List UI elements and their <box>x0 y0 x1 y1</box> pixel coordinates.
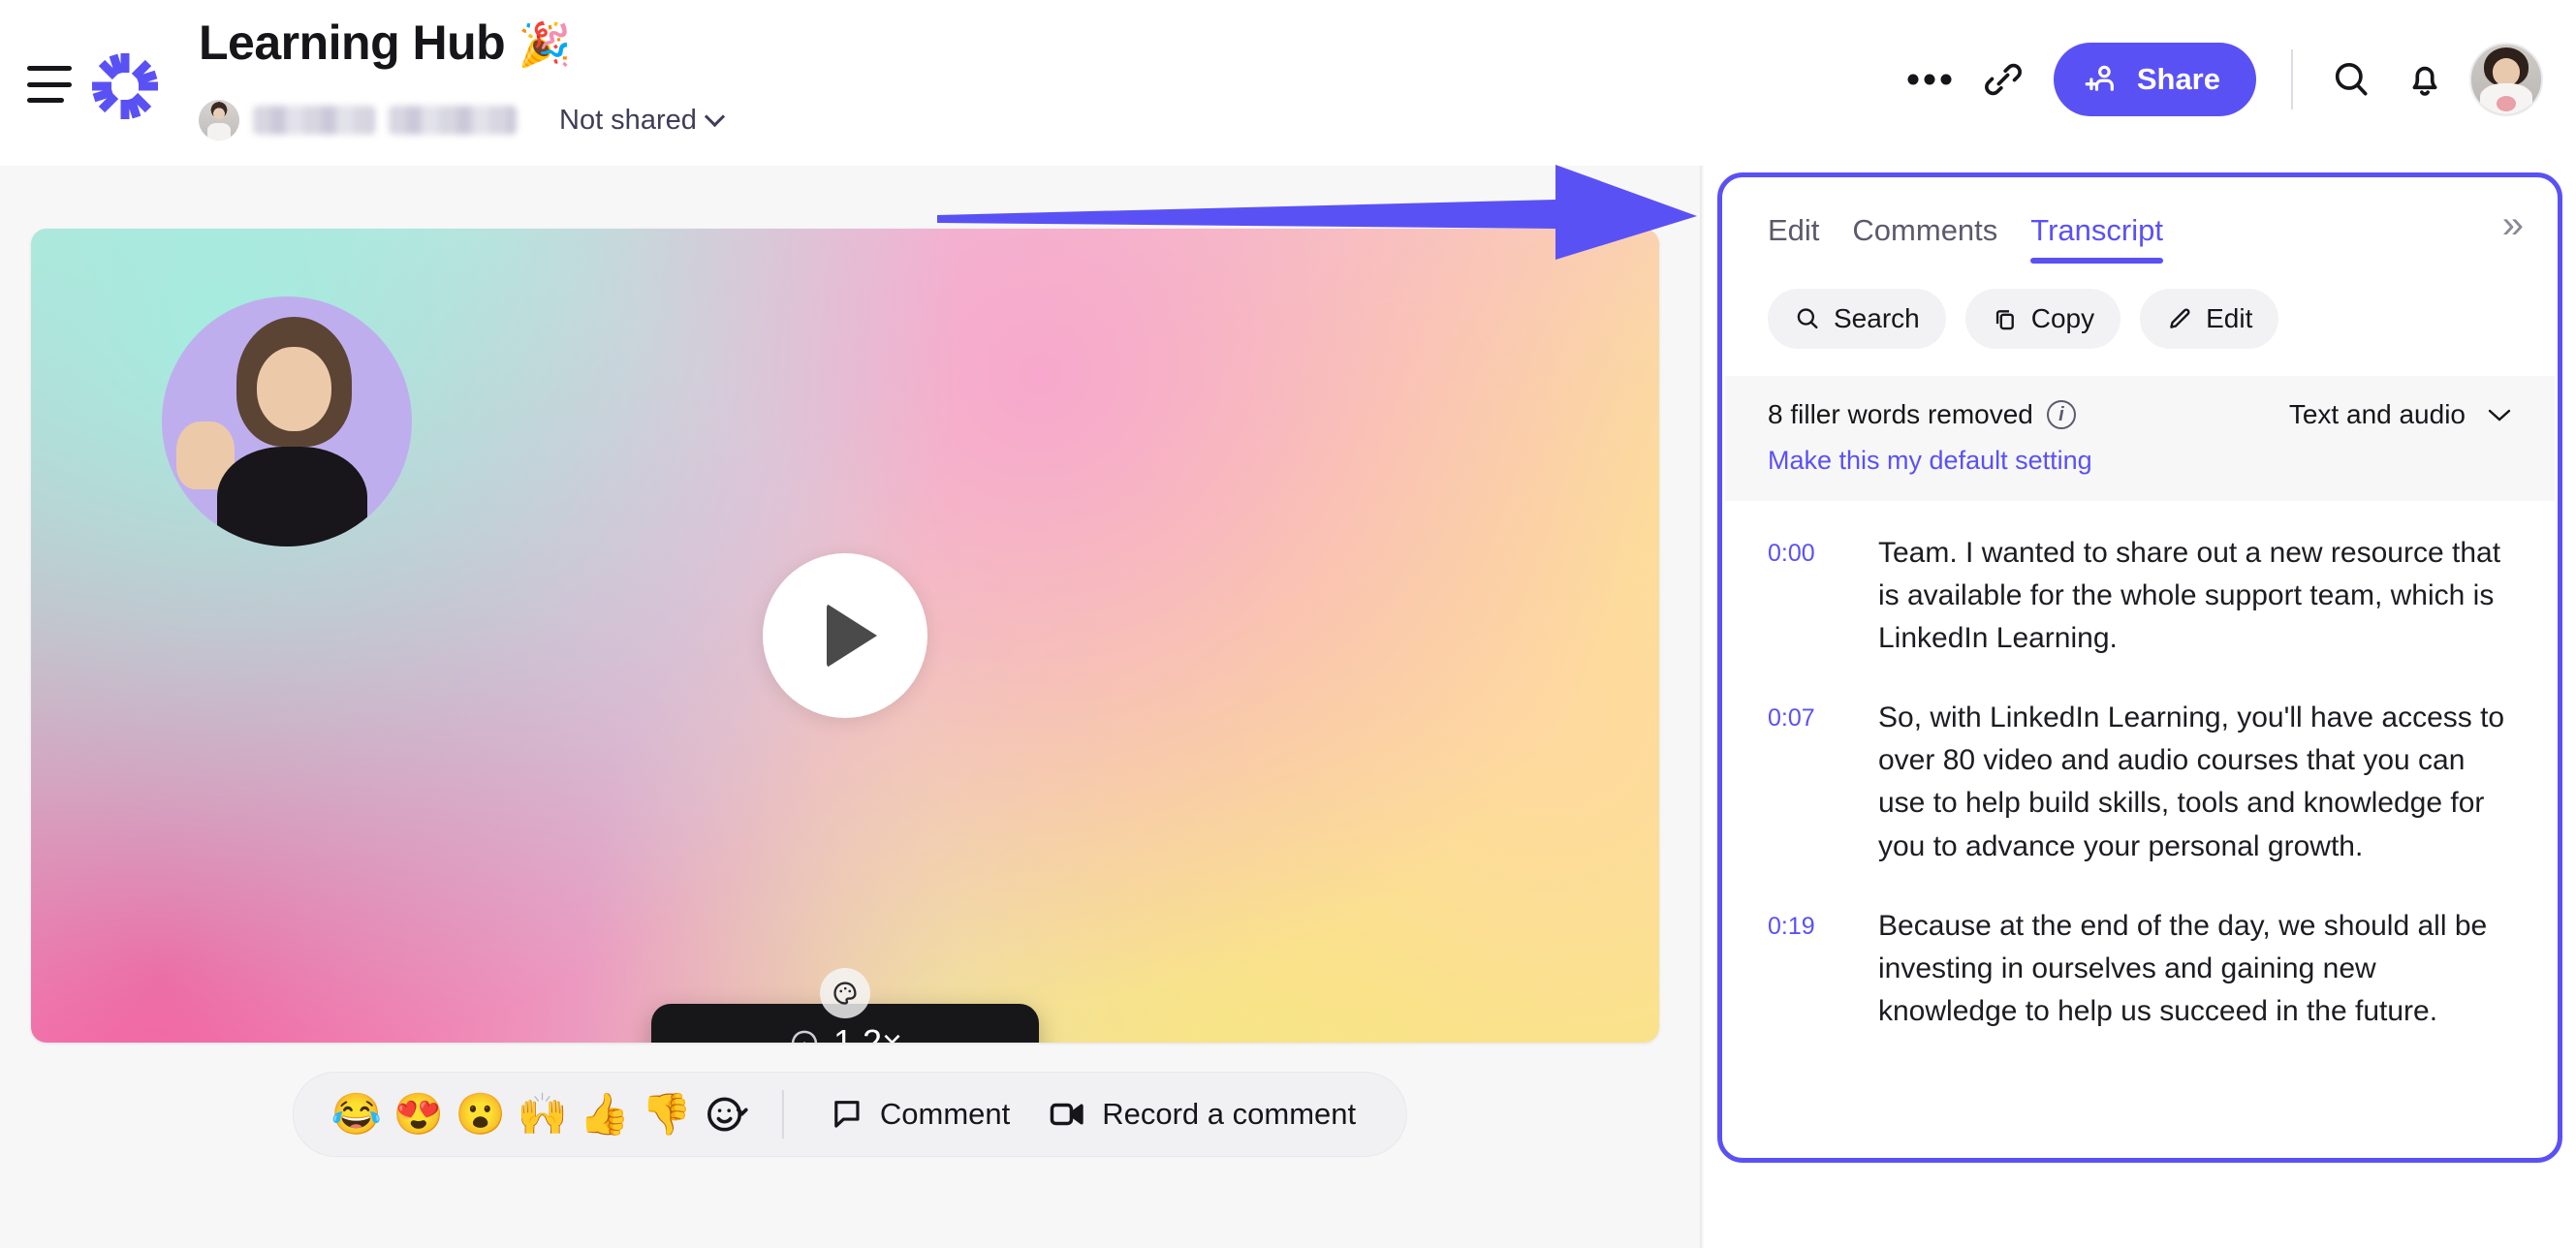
record-comment-button[interactable]: Record a comment <box>1029 1094 1373 1135</box>
loom-video-page: Learning Hub 🎉 Not shared Share 1.2× 😂 😍… <box>0 0 2576 1248</box>
filler-mode-dropdown[interactable]: Text and audio <box>2289 399 2512 430</box>
transcript-row: 0:19 Because at the end of the day, we s… <box>1768 905 2512 1033</box>
filler-mode-label: Text and audio <box>2288 399 2466 429</box>
play-button[interactable] <box>763 553 927 718</box>
workspace-name-redacted <box>389 106 517 135</box>
hamburger-menu-icon[interactable] <box>27 66 78 103</box>
transcript-toolbar: Search Copy Edit <box>1725 264 2555 349</box>
toolbar-divider <box>2291 49 2293 109</box>
transcript-edit-label: Edit <box>2206 303 2253 333</box>
search-icon[interactable] <box>2314 43 2388 116</box>
video-meta-row: Not shared <box>199 100 725 140</box>
transcript-text[interactable]: Because at the end of the day, we should… <box>1878 905 2512 1033</box>
reaction-heart-eyes[interactable]: 😍 <box>389 1084 449 1144</box>
chevron-double-right-icon[interactable]: » <box>2502 205 2524 244</box>
filler-top-row: 8 filler words removed i Text and audio <box>1768 399 2512 430</box>
transcript-text[interactable]: Team. I wanted to share out a new resour… <box>1878 532 2512 660</box>
tab-comments[interactable]: Comments <box>1852 213 1997 264</box>
link-icon[interactable] <box>1966 43 2040 116</box>
page-title-block: Learning Hub 🎉 <box>199 17 571 69</box>
transcript-timestamp[interactable]: 0:07 <box>1768 697 1843 867</box>
transcript-search-label: Search <box>1834 303 1920 333</box>
reaction-bar: 😂 😍 😮 🙌 👍 👎 Comment Record a comment <box>292 1072 1408 1157</box>
video-player[interactable]: 1.2× 2 min 28 sec ⚡ 2 min 3 sec <box>31 229 1659 1043</box>
filler-words-section: 8 filler words removed i Text and audio … <box>1725 376 2555 501</box>
record-comment-label: Record a comment <box>1102 1097 1357 1131</box>
reaction-thumbs-up[interactable]: 👍 <box>575 1084 635 1144</box>
more-options-button[interactable] <box>1893 43 1966 116</box>
speaker-bubble <box>162 296 412 546</box>
reaction-thumbs-down[interactable]: 👎 <box>637 1084 697 1144</box>
chevron-down-icon <box>2488 409 2511 421</box>
loom-logo-icon[interactable] <box>89 50 161 122</box>
bell-icon[interactable] <box>2388 43 2462 116</box>
share-status-label: Not shared <box>559 104 697 136</box>
user-avatar[interactable] <box>2469 43 2543 116</box>
top-bar: Learning Hub 🎉 Not shared Share <box>0 0 2576 166</box>
video-pane: 1.2× 2 min 28 sec ⚡ 2 min 3 sec <box>0 166 1702 1248</box>
pencil-icon <box>2170 308 2190 328</box>
party-popper-emoji: 🎉 <box>518 21 572 69</box>
page-title-text: Learning Hub <box>199 16 506 70</box>
page-title[interactable]: Learning Hub 🎉 <box>199 17 571 69</box>
transcript-copy-button[interactable]: Copy <box>1964 289 2121 349</box>
copy-icon <box>1995 310 2014 330</box>
video-camera-icon <box>1051 1103 1084 1126</box>
share-button-label: Share <box>2136 62 2220 96</box>
transcript-edit-button[interactable]: Edit <box>2140 289 2279 349</box>
share-button[interactable]: Share <box>2053 43 2256 116</box>
filler-count-label: 8 filler words removed <box>1768 399 2033 429</box>
speed-rate-label: 1.2× <box>832 1022 903 1043</box>
comment-label: Comment <box>879 1097 1011 1131</box>
palette-icon[interactable] <box>820 968 870 1018</box>
emoji-picker-icon[interactable] <box>699 1086 755 1142</box>
chevron-down-icon <box>704 106 725 128</box>
tab-edit[interactable]: Edit <box>1768 213 1819 264</box>
comment-button[interactable]: Comment <box>811 1096 1027 1133</box>
filler-count-group: 8 filler words removed i <box>1768 399 2076 430</box>
reaction-surprised[interactable]: 😮 <box>451 1084 511 1144</box>
transcript-row: 0:00 Team. I wanted to share out a new r… <box>1768 532 2512 660</box>
speedometer-icon <box>791 1030 818 1043</box>
transcript-timestamp[interactable]: 0:19 <box>1768 905 1843 1033</box>
reaction-laugh[interactable]: 😂 <box>327 1084 387 1144</box>
comment-bubble-icon <box>834 1101 860 1128</box>
play-triangle-icon <box>827 604 877 668</box>
reaction-raised-hands[interactable]: 🙌 <box>513 1084 573 1144</box>
transcript-panel: Edit Comments Transcript » Search Copy E… <box>1725 180 2555 1155</box>
top-actions: Share <box>1893 43 2543 116</box>
owner-name-redacted <box>253 106 375 135</box>
transcript-text[interactable]: So, with LinkedIn Learning, you'll have … <box>1878 697 2512 867</box>
transcript-entries: 0:00 Team. I wanted to share out a new r… <box>1725 501 2555 1033</box>
search-icon <box>1797 308 1818 329</box>
reaction-divider <box>781 1090 784 1139</box>
panel-tabs: Edit Comments Transcript » <box>1725 180 2555 264</box>
transcript-copy-label: Copy <box>2030 303 2095 333</box>
transcript-row: 0:07 So, with LinkedIn Learning, you'll … <box>1768 697 2512 867</box>
info-icon[interactable]: i <box>2046 400 2076 429</box>
make-default-link[interactable]: Make this my default setting <box>1768 446 2512 476</box>
owner-avatar[interactable] <box>199 100 239 140</box>
transcript-timestamp[interactable]: 0:00 <box>1768 532 1843 660</box>
tab-transcript[interactable]: Transcript <box>2030 213 2163 264</box>
transcript-search-button[interactable]: Search <box>1768 289 1946 349</box>
share-status-dropdown[interactable]: Not shared <box>559 104 725 137</box>
